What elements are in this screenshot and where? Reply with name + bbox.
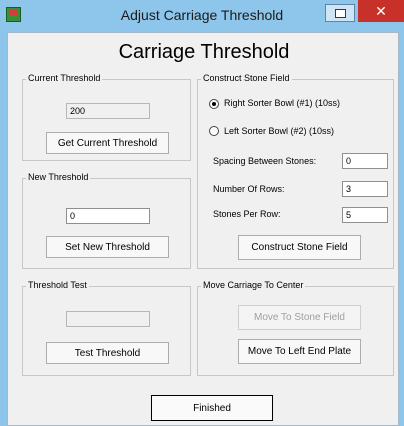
dialog-client-area: Carriage Threshold Current Threshold 200… bbox=[7, 32, 399, 426]
construct-stone-field-button[interactable]: Construct Stone Field bbox=[238, 235, 361, 260]
current-threshold-group: Current Threshold 200 Get Current Thresh… bbox=[22, 73, 191, 161]
number-of-rows-label: Number Of Rows: bbox=[213, 184, 285, 194]
spacing-between-stones-input[interactable]: 0 bbox=[342, 153, 388, 169]
close-button[interactable]: ✕ bbox=[358, 0, 404, 22]
threshold-test-legend: Threshold Test bbox=[26, 280, 89, 290]
title-bar[interactable]: Adjust Carriage Threshold ✕ bbox=[0, 0, 404, 32]
set-new-threshold-button[interactable]: Set New Threshold bbox=[46, 236, 169, 258]
new-threshold-legend: New Threshold bbox=[26, 172, 91, 182]
right-sorter-bowl-label[interactable]: Right Sorter Bowl (#1) (10ss) bbox=[224, 98, 340, 108]
move-to-left-end-plate-button[interactable]: Move To Left End Plate bbox=[238, 339, 361, 364]
page-title: Carriage Threshold bbox=[118, 41, 290, 63]
new-threshold-group: New Threshold 0 Set New Threshold bbox=[22, 172, 191, 269]
move-to-stone-field-button[interactable]: Move To Stone Field bbox=[238, 305, 361, 330]
restore-button[interactable] bbox=[325, 4, 355, 22]
new-threshold-input[interactable]: 0 bbox=[66, 208, 150, 224]
dialog-window: Adjust Carriage Threshold ✕ Carriage Thr… bbox=[0, 0, 404, 426]
current-threshold-field: 200 bbox=[66, 103, 150, 119]
construct-stone-field-group: Construct Stone Field Right Sorter Bowl … bbox=[197, 73, 394, 269]
move-carriage-group: Move Carriage To Center Move To Stone Fi… bbox=[197, 280, 394, 376]
get-current-threshold-button[interactable]: Get Current Threshold bbox=[46, 132, 169, 154]
finished-button[interactable]: Finished bbox=[151, 395, 273, 421]
left-sorter-bowl-label[interactable]: Left Sorter Bowl (#2) (10ss) bbox=[224, 126, 334, 136]
threshold-test-field bbox=[66, 311, 150, 327]
move-carriage-legend: Move Carriage To Center bbox=[201, 280, 306, 290]
stones-per-row-input[interactable]: 5 bbox=[342, 207, 388, 223]
threshold-test-group: Threshold Test Test Threshold bbox=[22, 280, 191, 376]
close-icon: ✕ bbox=[375, 3, 387, 19]
stones-per-row-label: Stones Per Row: bbox=[213, 209, 281, 219]
construct-stone-field-legend: Construct Stone Field bbox=[201, 73, 292, 83]
test-threshold-button[interactable]: Test Threshold bbox=[46, 342, 169, 364]
number-of-rows-input[interactable]: 3 bbox=[342, 181, 388, 197]
right-sorter-bowl-radio[interactable] bbox=[209, 99, 219, 109]
left-sorter-bowl-radio[interactable] bbox=[209, 126, 219, 136]
spacing-between-stones-label: Spacing Between Stones: bbox=[213, 156, 317, 166]
current-threshold-legend: Current Threshold bbox=[26, 73, 103, 83]
